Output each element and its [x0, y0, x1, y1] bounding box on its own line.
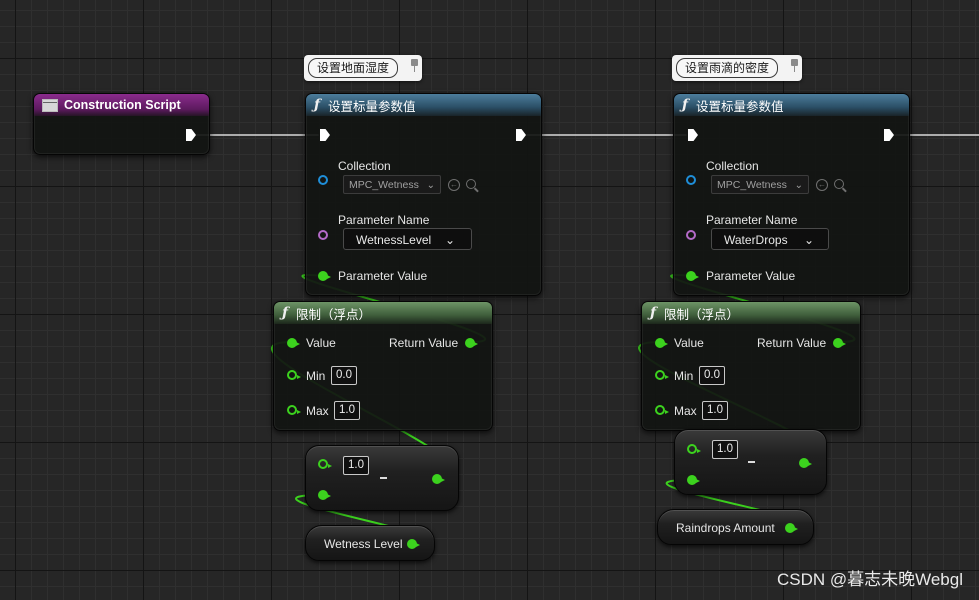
- parameter-name-value: WetnessLevel: [356, 233, 432, 247]
- return-value-label: Return Value: [389, 336, 459, 350]
- wires-layer: [196, 134, 979, 544]
- chevron-down-icon: ⌄: [444, 233, 455, 247]
- min-input[interactable]: 0.0: [699, 366, 725, 385]
- search-icon[interactable]: [466, 179, 476, 189]
- function-icon: ƒ: [282, 305, 289, 321]
- collection-label: Collection: [338, 159, 391, 173]
- subtract-node-wetness[interactable]: 1.0: [305, 445, 459, 511]
- max-input[interactable]: 1.0: [334, 401, 360, 420]
- a-input[interactable]: 1.0: [343, 456, 369, 475]
- variable-output-pin[interactable]: [785, 523, 798, 533]
- subtract-node-raindrops[interactable]: 1.0: [674, 429, 827, 495]
- function-icon: ƒ: [650, 305, 657, 321]
- value-label: Value: [674, 336, 704, 350]
- comment-bubble-raindrops[interactable]: 设置雨滴的密度: [672, 55, 802, 81]
- comment-text: 设置地面湿度: [308, 58, 399, 78]
- parameter-name-pin[interactable]: [686, 230, 696, 240]
- parameter-name-label: Parameter Name: [338, 213, 430, 227]
- pin-icon[interactable]: [790, 59, 799, 73]
- min-pin[interactable]: [655, 370, 669, 380]
- exec-in-pin[interactable]: [688, 129, 698, 141]
- variable-output-pin[interactable]: [407, 539, 420, 549]
- value-label: Value: [306, 336, 336, 350]
- return-value-pin[interactable]: [833, 338, 846, 348]
- function-icon: ƒ: [314, 97, 321, 113]
- a-input-pin[interactable]: [318, 459, 332, 469]
- parameter-value-pin[interactable]: [686, 271, 699, 281]
- max-pin[interactable]: [655, 405, 669, 415]
- set-scalar-param-node-raindrops[interactable]: ƒ 设置标量参数值 Collection MPC_Wetness ⌄ ← Par…: [673, 93, 910, 296]
- a-input-pin[interactable]: [687, 444, 701, 454]
- collection-pin[interactable]: [686, 175, 696, 185]
- node-title: 限制（浮点）: [296, 307, 372, 322]
- node-header: ƒ 限制（浮点）: [642, 302, 860, 324]
- collection-value: MPC_Wetness: [349, 179, 419, 191]
- browse-arrow-icon[interactable]: ←: [816, 179, 828, 191]
- parameter-value-label: Parameter Value: [706, 269, 796, 283]
- clamp-node-raindrops[interactable]: ƒ 限制（浮点） Value Return Value Min 0.0 Max …: [641, 301, 861, 431]
- watermark: CSDN @暮志未晚Webgl: [776, 570, 963, 589]
- subtract-operator-icon: [748, 461, 755, 463]
- subtract-output-pin[interactable]: [799, 458, 812, 468]
- node-title: 限制（浮点）: [664, 307, 740, 322]
- subtract-output-pin[interactable]: [432, 474, 445, 484]
- return-value-pin[interactable]: [465, 338, 478, 348]
- parameter-name-dropdown[interactable]: WetnessLevel ⌄: [343, 228, 472, 250]
- chevron-down-icon: ⌄: [426, 180, 435, 191]
- collection-value: MPC_Wetness: [717, 179, 787, 191]
- function-icon: ƒ: [682, 97, 689, 113]
- node-title: 设置标量参数值: [328, 99, 416, 114]
- construction-script-header: Construction Script: [34, 94, 209, 116]
- return-value-label: Return Value: [757, 336, 827, 350]
- collection-dropdown[interactable]: MPC_Wetness ⌄: [711, 175, 809, 194]
- a-input[interactable]: 1.0: [712, 440, 738, 459]
- node-header: ƒ 限制（浮点）: [274, 302, 492, 324]
- parameter-name-dropdown[interactable]: WaterDrops ⌄: [711, 228, 829, 250]
- exec-in-pin[interactable]: [320, 129, 330, 141]
- clamp-node-wetness[interactable]: ƒ 限制（浮点） Value Return Value Min 0.0 Max …: [273, 301, 493, 431]
- parameter-value-label: Parameter Value: [338, 269, 428, 283]
- comment-text: 设置雨滴的密度: [676, 58, 779, 78]
- variable-node-wetness-level[interactable]: Wetness Level: [305, 525, 435, 561]
- collection-label: Collection: [706, 159, 759, 173]
- value-in-pin[interactable]: [287, 338, 300, 348]
- event-icon: [42, 98, 58, 112]
- variable-label: Wetness Level: [324, 537, 403, 551]
- chevron-down-icon: ⌄: [803, 233, 814, 247]
- parameter-value-pin[interactable]: [318, 271, 331, 281]
- collection-dropdown[interactable]: MPC_Wetness ⌄: [343, 175, 441, 194]
- parameter-name-label: Parameter Name: [706, 213, 798, 227]
- value-in-pin[interactable]: [655, 338, 668, 348]
- min-pin[interactable]: [287, 370, 301, 380]
- min-label: Min: [306, 369, 326, 383]
- variable-label: Raindrops Amount: [676, 521, 775, 535]
- comment-bubble-wetness[interactable]: 设置地面湿度: [304, 55, 422, 81]
- search-icon[interactable]: [834, 179, 844, 189]
- variable-node-raindrops-amount[interactable]: Raindrops Amount: [657, 509, 814, 545]
- node-header: ƒ 设置标量参数值: [674, 94, 909, 116]
- exec-out-pin[interactable]: [186, 129, 196, 141]
- parameter-name-pin[interactable]: [318, 230, 328, 240]
- min-label: Min: [674, 369, 694, 383]
- construction-script-node[interactable]: Construction Script: [33, 93, 210, 155]
- node-title: 设置标量参数值: [696, 99, 784, 114]
- exec-out-pin[interactable]: [516, 129, 526, 141]
- max-input[interactable]: 1.0: [702, 401, 728, 420]
- b-input-pin[interactable]: [687, 475, 700, 485]
- max-label: Max: [306, 404, 329, 418]
- construction-script-title: Construction Script: [64, 98, 181, 112]
- node-header: ƒ 设置标量参数值: [306, 94, 541, 116]
- browse-arrow-icon[interactable]: ←: [448, 179, 460, 191]
- max-label: Max: [674, 404, 697, 418]
- collection-pin[interactable]: [318, 175, 328, 185]
- chevron-down-icon: ⌄: [794, 180, 803, 191]
- min-input[interactable]: 0.0: [331, 366, 357, 385]
- b-input-pin[interactable]: [318, 490, 331, 500]
- pin-icon[interactable]: [410, 59, 419, 73]
- parameter-name-value: WaterDrops: [724, 233, 788, 247]
- subtract-operator-icon: [380, 477, 387, 479]
- set-scalar-param-node-wetness[interactable]: ƒ 设置标量参数值 Collection MPC_Wetness ⌄ ← Par…: [305, 93, 542, 296]
- max-pin[interactable]: [287, 405, 301, 415]
- exec-out-pin[interactable]: [884, 129, 894, 141]
